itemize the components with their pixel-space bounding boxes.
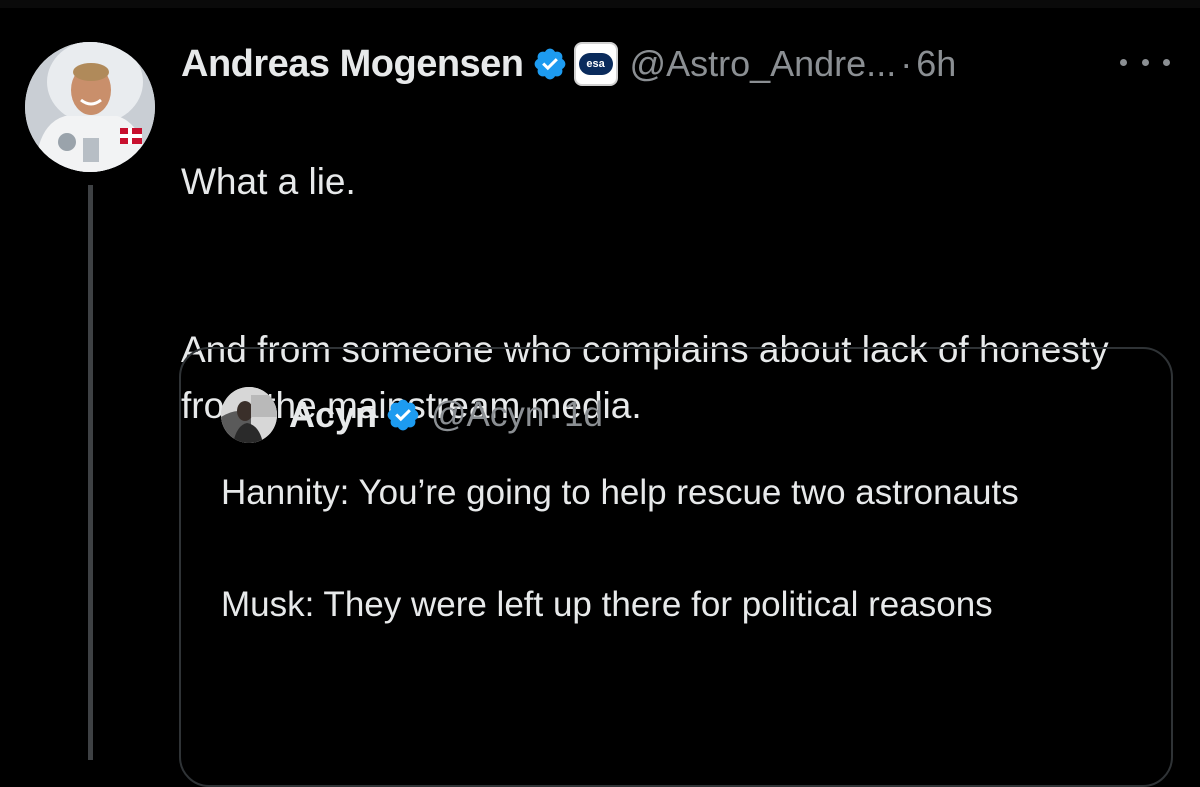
author-name[interactable]: Andreas Mogensen	[181, 43, 524, 86]
thread-line	[88, 185, 93, 760]
tweet-header: Andreas Mogensen esa @Astro_Andre... · 6…	[181, 38, 956, 90]
author-avatar[interactable]	[25, 42, 155, 172]
more-options-icon[interactable]	[1120, 50, 1170, 74]
quote-handle-time-separator: ·	[548, 395, 561, 434]
tweet-text-line: What a lie.	[181, 161, 356, 202]
esa-logo-icon: esa	[578, 53, 613, 75]
person-photo-icon	[221, 387, 277, 443]
handle-time-separator: ·	[900, 43, 913, 84]
more-dot	[1163, 58, 1170, 66]
quote-author-avatar[interactable]	[221, 387, 277, 443]
quote-text-line: Hannity: You’re going to help rescue two…	[221, 473, 1019, 512]
author-handle[interactable]: @Astro_Andre...	[630, 43, 897, 85]
verified-badge-icon[interactable]	[385, 397, 421, 433]
quote-timestamp[interactable]: 1d	[564, 395, 603, 435]
quote-author-name[interactable]: Acyn	[289, 394, 377, 436]
astronaut-photo-icon	[25, 42, 155, 172]
quote-body: Hannity: You’re going to help rescue two…	[221, 465, 1151, 633]
quote-author-handle[interactable]: @Acyn	[431, 395, 544, 435]
verified-badge-icon[interactable]	[532, 46, 568, 82]
more-dot	[1141, 58, 1149, 66]
quote-text-line: Musk: They were left up there for politi…	[221, 585, 993, 624]
quote-header: Acyn @Acyn · 1d	[221, 387, 603, 443]
top-divider	[0, 0, 1200, 8]
tweet-timestamp[interactable]: 6h	[916, 43, 956, 85]
esa-affiliate-badge[interactable]: esa	[573, 42, 618, 86]
quoted-tweet-card[interactable]: Acyn @Acyn · 1d Hannity: You’re going to…	[179, 347, 1173, 787]
more-dot	[1120, 58, 1127, 66]
